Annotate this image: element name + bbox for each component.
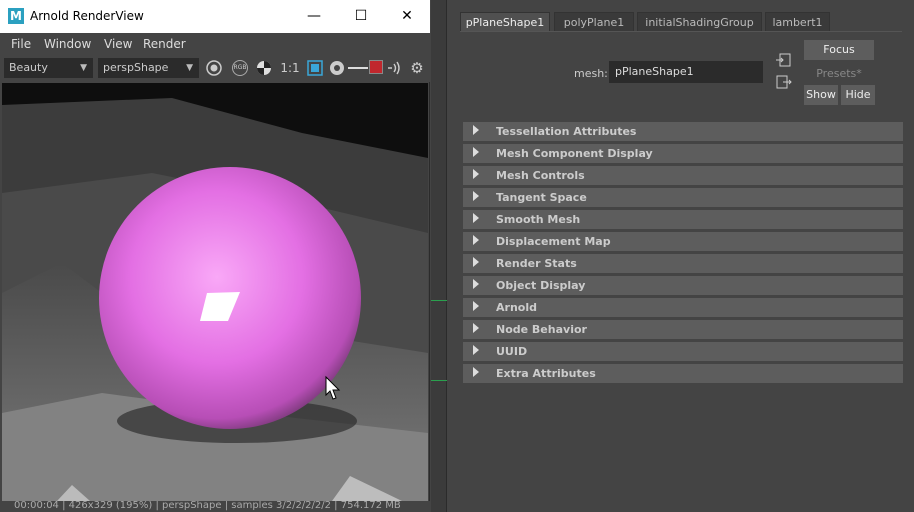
exposure-slider-track[interactable]: [348, 67, 368, 69]
camera-value: perspShape: [103, 61, 169, 74]
section-label: Smooth Mesh: [496, 213, 581, 226]
expand-arrow-icon: [473, 147, 479, 157]
chevron-down-icon: ▼: [80, 63, 87, 73]
tab-polyplane1[interactable]: polyPlane1: [554, 12, 634, 32]
expand-arrow-icon: [473, 235, 479, 245]
ratio-toggle[interactable]: 1:1: [279, 59, 301, 77]
window-title: Arnold RenderView: [30, 9, 144, 23]
aov-value: Beauty: [9, 61, 48, 74]
region-icon[interactable]: [306, 59, 324, 77]
section-extra-attributes[interactable]: Extra Attributes: [463, 364, 903, 383]
section-label: Object Display: [496, 279, 586, 292]
section-uuid[interactable]: UUID: [463, 342, 903, 361]
section-object-display[interactable]: Object Display: [463, 276, 903, 295]
gear-icon[interactable]: ⚙: [408, 59, 426, 77]
section-label: Mesh Component Display: [496, 147, 653, 160]
menu-file[interactable]: File: [11, 37, 31, 51]
presets-button[interactable]: Presets*: [804, 67, 874, 80]
camera-dropdown[interactable]: perspShape ▼: [98, 58, 199, 78]
aperture-icon[interactable]: [328, 59, 346, 77]
close-button[interactable]: ✕: [384, 0, 430, 33]
section-label: Arnold: [496, 301, 537, 314]
expand-arrow-icon: [473, 169, 479, 179]
rgb-icon[interactable]: RGB: [231, 59, 249, 77]
expand-arrow-icon: [473, 125, 479, 135]
expand-arrow-icon: [473, 191, 479, 201]
expand-arrow-icon: [473, 345, 479, 355]
show-button[interactable]: Show: [804, 85, 838, 105]
menu-view[interactable]: View: [104, 37, 132, 51]
mesh-name-field[interactable]: pPlaneShape1: [609, 61, 763, 83]
tab-pplaneshape1[interactable]: pPlaneShape1: [460, 12, 550, 32]
section-render-stats[interactable]: Render Stats: [463, 254, 903, 273]
attribute-editor: pPlaneShape1 polyPlane1 initialShadingGr…: [448, 0, 914, 512]
section-label: Mesh Controls: [496, 169, 585, 182]
menu-render[interactable]: Render: [143, 37, 186, 51]
chevron-down-icon: ▼: [186, 63, 193, 73]
expand-arrow-icon: [473, 279, 479, 289]
maya-logo-icon: M: [8, 8, 24, 24]
contrast-icon[interactable]: [255, 59, 273, 77]
expand-arrow-icon: [473, 367, 479, 377]
menu-bar: File Window View Render: [0, 33, 430, 55]
expand-arrow-icon: [473, 301, 479, 311]
section-label: Tangent Space: [496, 191, 587, 204]
divider-line: [431, 380, 447, 381]
window-gutter: [431, 0, 447, 512]
audio-icon[interactable]: [386, 59, 404, 77]
status-bar: 00:00:04 | 426x329 (195%) | perspShape |…: [0, 501, 430, 512]
hide-button[interactable]: Hide: [841, 85, 875, 105]
section-tessellation-attributes[interactable]: Tessellation Attributes: [463, 122, 903, 141]
render-view-window: M Arnold RenderView — ☐ ✕ File Window Vi…: [0, 0, 430, 512]
divider: [460, 31, 902, 32]
aov-dropdown[interactable]: Beauty ▼: [4, 58, 93, 78]
render-viewport[interactable]: [2, 83, 428, 501]
section-mesh-controls[interactable]: Mesh Controls: [463, 166, 903, 185]
section-label: Render Stats: [496, 257, 577, 270]
section-label: Node Behavior: [496, 323, 587, 336]
tab-initialshadinggroup[interactable]: initialShadingGroup: [637, 12, 762, 32]
minimize-button[interactable]: —: [291, 0, 337, 33]
expand-arrow-icon: [473, 257, 479, 267]
section-node-behavior[interactable]: Node Behavior: [463, 320, 903, 339]
section-label: Tessellation Attributes: [496, 125, 637, 138]
title-bar[interactable]: M Arnold RenderView — ☐ ✕: [0, 0, 430, 33]
expand-arrow-icon: [473, 323, 479, 333]
section-smooth-mesh[interactable]: Smooth Mesh: [463, 210, 903, 229]
section-tangent-space[interactable]: Tangent Space: [463, 188, 903, 207]
load-output-icon[interactable]: [776, 75, 792, 89]
section-mesh-component-display[interactable]: Mesh Component Display: [463, 144, 903, 163]
section-displacement-map[interactable]: Displacement Map: [463, 232, 903, 251]
section-label: UUID: [496, 345, 528, 358]
tab-lambert1[interactable]: lambert1: [765, 12, 830, 32]
menu-window[interactable]: Window: [44, 37, 91, 51]
section-label: Displacement Map: [496, 235, 611, 248]
color-swatch-icon[interactable]: [369, 60, 383, 74]
desktop: M Arnold RenderView — ☐ ✕ File Window Vi…: [0, 0, 914, 512]
divider-line: [431, 300, 447, 301]
section-label: Extra Attributes: [496, 367, 596, 380]
rendered-image: [2, 83, 428, 501]
section-arnold[interactable]: Arnold: [463, 298, 903, 317]
maximize-button[interactable]: ☐: [338, 0, 384, 33]
exposure-icon[interactable]: [205, 59, 223, 77]
expand-arrow-icon: [473, 213, 479, 223]
rgb-label: RGB: [233, 64, 247, 71]
render-toolbar: Beauty ▼ perspShape ▼ RGB 1:1 ⚙: [0, 55, 430, 82]
focus-button[interactable]: Focus: [804, 40, 874, 60]
mesh-label: mesh:: [574, 67, 608, 80]
load-input-icon[interactable]: [776, 53, 792, 67]
